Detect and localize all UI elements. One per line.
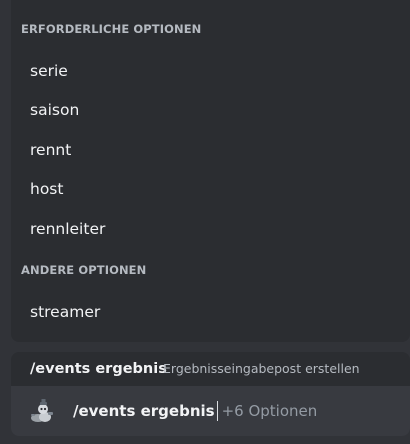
option-rennleiter[interactable]: rennleiter — [11, 211, 410, 247]
option-rennt[interactable]: rennt — [11, 132, 410, 168]
message-input[interactable]: /events ergebnis +6 Optionen — [73, 386, 317, 436]
command-description: Ergebnisseingabepost erstellen — [163, 361, 360, 376]
required-options-header: ERFORDERLICHE OPTIONEN — [21, 22, 202, 36]
option-host[interactable]: host — [11, 171, 410, 207]
command-preview[interactable]: /events ergebnis Ergebnisseingabepost er… — [11, 352, 410, 386]
input-command-text: /events ergebnis — [73, 402, 215, 420]
message-input-bar[interactable]: /events ergebnis +6 Optionen — [11, 386, 410, 436]
command-name: /events ergebnis — [30, 361, 167, 377]
other-options-header: ANDERE OPTIONEN — [21, 263, 147, 277]
option-saison[interactable]: saison — [11, 92, 410, 128]
text-caret — [216, 401, 218, 421]
option-serie[interactable]: serie — [11, 53, 410, 89]
option-streamer[interactable]: streamer — [11, 294, 410, 330]
autocomplete-popup: ERFORDERLICHE OPTIONEN serie saison renn… — [11, 0, 410, 342]
options-hint: +6 Optionen — [221, 402, 318, 420]
bot-avatar-icon — [29, 399, 55, 423]
